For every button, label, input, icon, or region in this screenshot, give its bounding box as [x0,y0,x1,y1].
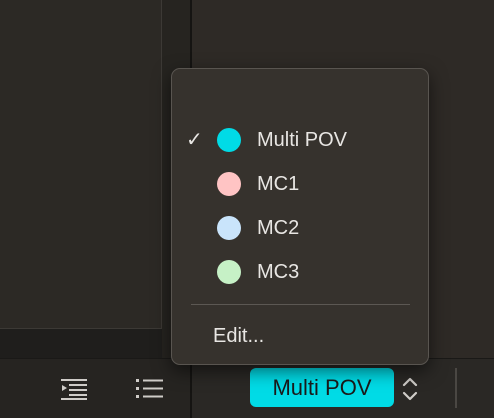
menu-item-label: MC1 [257,173,300,195]
toolbar-end-divider [455,368,457,408]
checkmark-icon [186,172,206,196]
up-down-stepper-icon[interactable] [399,374,421,404]
color-dot-icon [217,128,241,152]
color-dot-icon [217,172,241,196]
menu-item-1[interactable]: ✓ Multi POV [172,120,428,160]
angle-selector-button[interactable]: Multi POV [250,368,394,407]
viewer-panel-left [0,0,162,329]
color-dot-icon [217,216,241,240]
menu-item-edit[interactable]: Edit... [213,323,264,349]
menu-item-label: MC3 [257,261,300,283]
bullet-list-icon[interactable] [134,377,164,401]
menu-item-label: MC2 [257,217,300,239]
align-lines-icon[interactable] [59,377,89,401]
menu-separator [191,304,410,305]
menu-item-3[interactable]: MC2 [172,208,428,248]
checkmark-icon [186,260,206,284]
color-dot-icon [217,260,241,284]
menu-item-4[interactable]: MC3 [172,252,428,292]
toolbar-divider [190,359,192,418]
menu-item-2[interactable]: MC1 [172,164,428,204]
angle-popup-menu: ✓ Multi POV MC1 MC2 MC3 Edit... [171,68,429,365]
checkmark-icon [186,216,206,240]
app-window: Multi POV ✓ Multi POV MC1 MC2 MC3 Edit... [0,0,494,418]
menu-item-label: Multi POV [257,129,348,151]
checkmark-icon: ✓ [186,129,203,151]
